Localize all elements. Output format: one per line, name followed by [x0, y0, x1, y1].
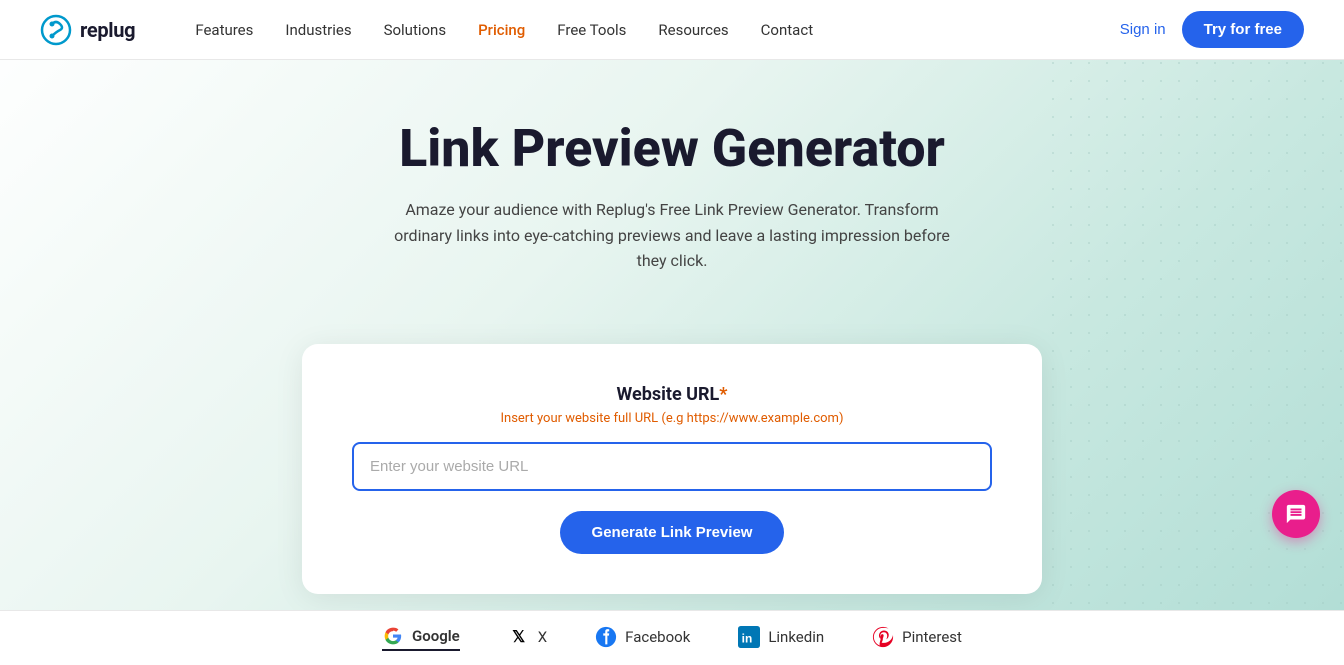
- nav-actions: Sign in Try for free: [1120, 11, 1304, 48]
- chat-icon: [1285, 503, 1307, 525]
- tab-pinterest-label: Pinterest: [902, 628, 962, 646]
- x-icon: 𝕏: [508, 626, 530, 648]
- form-hint: Insert your website full URL (e.g https:…: [352, 411, 992, 426]
- sign-in-button[interactable]: Sign in: [1120, 21, 1166, 38]
- logo[interactable]: replug: [40, 14, 135, 46]
- tab-google-label: Google: [412, 627, 460, 645]
- tab-facebook[interactable]: Facebook: [595, 626, 690, 650]
- platform-tabs: Google 𝕏 X Facebook in Linkedin Pinteres…: [0, 610, 1344, 665]
- nav-links: Features Industries Solutions Pricing Fr…: [195, 21, 1119, 39]
- nav-features[interactable]: Features: [195, 21, 253, 39]
- form-label: Website URL*: [352, 384, 992, 405]
- url-input[interactable]: [352, 442, 992, 491]
- nav-solutions[interactable]: Solutions: [384, 21, 447, 39]
- chat-support-button[interactable]: [1272, 490, 1320, 538]
- hero-subtitle: Amaze your audience with Replug's Free L…: [392, 197, 952, 274]
- hero-title: Link Preview Generator: [20, 120, 1324, 177]
- nav-pricing[interactable]: Pricing: [478, 21, 525, 39]
- hero-section: Link Preview Generator Amaze your audien…: [0, 60, 1344, 344]
- nav-industries[interactable]: Industries: [285, 21, 351, 39]
- try-free-button[interactable]: Try for free: [1182, 11, 1304, 48]
- nav-free-tools[interactable]: Free Tools: [557, 21, 626, 39]
- tab-x-label: X: [538, 628, 547, 646]
- nav-resources[interactable]: Resources: [658, 21, 728, 39]
- logo-icon: [40, 14, 72, 46]
- required-marker: *: [719, 384, 727, 405]
- tab-linkedin[interactable]: in Linkedin: [738, 626, 824, 650]
- tab-x[interactable]: 𝕏 X: [508, 626, 547, 650]
- logo-text: replug: [80, 18, 135, 42]
- tab-facebook-label: Facebook: [625, 628, 690, 646]
- google-icon: [382, 625, 404, 647]
- linkedin-icon: in: [738, 626, 760, 648]
- generate-button[interactable]: Generate Link Preview: [560, 511, 785, 554]
- url-form-card: Website URL* Insert your website full UR…: [302, 344, 1042, 594]
- pinterest-icon: [872, 626, 894, 648]
- page-wrapper: replug Features Industries Solutions Pri…: [0, 0, 1344, 665]
- tab-linkedin-label: Linkedin: [768, 628, 824, 646]
- tab-google[interactable]: Google: [382, 625, 460, 651]
- nav-contact[interactable]: Contact: [761, 21, 813, 39]
- tab-pinterest[interactable]: Pinterest: [872, 626, 962, 650]
- facebook-icon: [595, 626, 617, 648]
- svg-text:in: in: [742, 631, 753, 645]
- navbar: replug Features Industries Solutions Pri…: [0, 0, 1344, 60]
